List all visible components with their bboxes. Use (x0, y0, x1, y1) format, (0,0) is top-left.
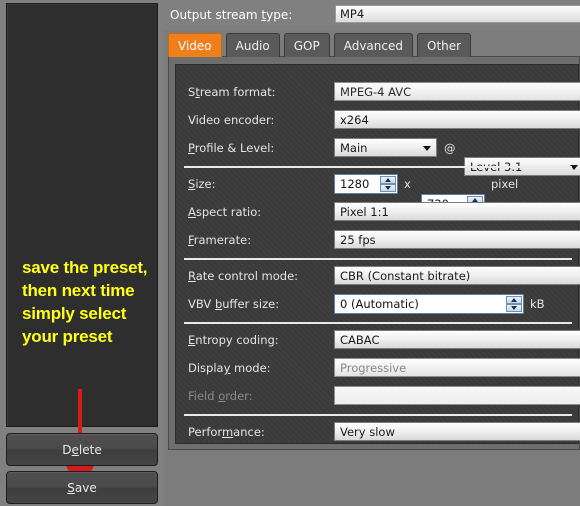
video-encoder-combobox[interactable]: x264 (334, 110, 580, 129)
video-encoder-label: Video encoder: (188, 113, 275, 127)
rate-control-value: CBR (Constant bitrate) (340, 268, 471, 283)
size-width-stepper[interactable]: 1280 (334, 174, 398, 194)
framerate-combobox[interactable]: 25 fps (334, 230, 580, 249)
performance-label: Performance: (188, 425, 265, 439)
video-encoder-value: x264 (340, 112, 369, 127)
vbv-buffer-spin-buttons[interactable] (506, 296, 522, 312)
row-performance: Performance: Very slow (176, 419, 580, 446)
row-video-encoder: Video encoder: x264 (176, 107, 580, 134)
row-entropy-coding: Entropy coding: CABAC (176, 327, 580, 354)
output-stream-bar: Output stream type: MP4 (164, 0, 580, 30)
tab-other[interactable]: Other (417, 33, 472, 57)
output-stream-type-field[interactable]: MP4 (335, 5, 580, 23)
row-display-mode: Display mode: Progressive (176, 355, 580, 382)
stream-format-field: MPEG-4 AVC (334, 82, 580, 101)
display-mode-label: Display mode: (188, 361, 271, 375)
output-stream-type-label: Output stream type: (170, 8, 293, 22)
profile-combobox[interactable]: Main (334, 138, 437, 157)
row-size: Size: 1280 x 720 (176, 171, 580, 214)
tab-bar: Video Audio GOP Advanced Other (168, 33, 472, 57)
tab-advanced[interactable]: Advanced (333, 33, 413, 57)
field-order-field (334, 386, 580, 405)
aspect-ratio-label: Aspect ratio: (188, 205, 262, 219)
tab-video[interactable]: Video (168, 33, 222, 57)
preset-sidebar: save the preset, then next time simply s… (0, 0, 164, 506)
row-framerate: Framerate: 25 fps (176, 227, 580, 254)
tab-gop[interactable]: GOP (283, 33, 330, 57)
spin-down-icon[interactable] (506, 304, 522, 312)
vbv-buffer-label: VBV buffer size: (188, 297, 280, 311)
size-times-label: x (404, 177, 411, 191)
vbv-buffer-unit-label: kB (530, 297, 545, 311)
settings-main-area: Output stream type: MP4 Video Audio GOP … (164, 0, 580, 506)
tab-audio[interactable]: Audio (225, 33, 280, 57)
size-label: Size: (188, 177, 216, 191)
rate-control-label: Rate control mode: (188, 269, 299, 283)
video-settings-container: Stream format: MPEG-4 AVC Video encoder:… (175, 64, 580, 446)
row-stream-format: Stream format: MPEG-4 AVC (176, 79, 580, 106)
performance-value: Very slow (340, 424, 395, 439)
divider-2 (184, 258, 572, 260)
video-tab-panel: Stream format: MPEG-4 AVC Video encoder:… (168, 56, 580, 450)
stream-format-label: Stream format: (188, 85, 276, 99)
save-preset-button[interactable]: Save (6, 471, 158, 504)
display-mode-field: Progressive (334, 358, 580, 377)
profile-level-label: Profile & Level: (188, 141, 275, 155)
framerate-label: Framerate: (188, 233, 252, 247)
profile-value: Main (340, 140, 368, 155)
profile-level-separator: @ (444, 141, 456, 155)
aspect-ratio-value: Pixel 1:1 (340, 204, 389, 219)
divider-4 (184, 414, 572, 416)
divider-1 (184, 166, 572, 168)
delete-preset-button[interactable]: Delete (6, 433, 158, 466)
preset-list[interactable] (6, 3, 158, 427)
encoder-settings-window: save the preset, then next time simply s… (0, 0, 580, 506)
row-profile-level: Profile & Level: Main @ Level 3.1 (176, 135, 580, 176)
row-field-order: Field order: (176, 383, 580, 410)
size-unit-label: pixel (491, 177, 519, 191)
delete-button-label: Delete (62, 442, 102, 457)
field-order-label: Field order: (188, 389, 253, 403)
framerate-value: 25 fps (340, 232, 376, 247)
row-aspect-ratio: Aspect ratio: Pixel 1:1 (176, 199, 580, 226)
rate-control-combobox[interactable]: CBR (Constant bitrate) (334, 266, 580, 285)
vbv-buffer-stepper[interactable]: 0 (Automatic) (334, 294, 524, 314)
row-rate-control: Rate control mode: CBR (Constant bitrate… (176, 263, 580, 290)
chevron-down-icon (423, 146, 431, 151)
entropy-coding-combobox[interactable]: CABAC (334, 330, 580, 349)
annotation-text: save the preset, then next time simply s… (22, 258, 148, 346)
save-button-label: Save (67, 480, 97, 495)
size-width-value: 1280 (340, 177, 370, 191)
spin-up-icon[interactable] (506, 296, 522, 304)
size-width-spin-buttons[interactable] (380, 176, 396, 192)
spin-down-icon[interactable] (380, 184, 396, 192)
row-vbv-buffer: VBV buffer size: 0 (Automatic) kB (176, 291, 580, 318)
entropy-coding-value: CABAC (340, 332, 380, 347)
spin-up-icon[interactable] (380, 176, 396, 184)
vbv-buffer-value: 0 (Automatic) (340, 297, 419, 311)
performance-combobox[interactable]: Very slow (334, 422, 580, 441)
divider-3 (184, 322, 572, 324)
aspect-ratio-combobox[interactable]: Pixel 1:1 (334, 202, 580, 221)
entropy-coding-label: Entropy coding: (188, 333, 279, 347)
